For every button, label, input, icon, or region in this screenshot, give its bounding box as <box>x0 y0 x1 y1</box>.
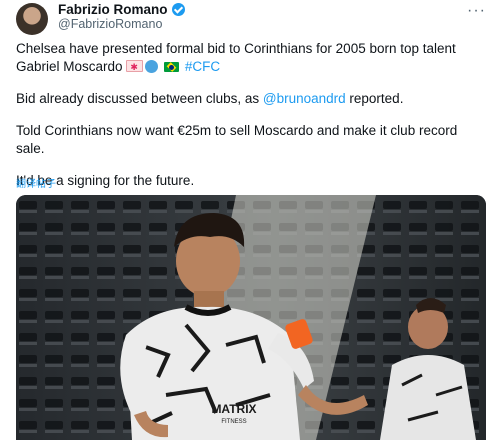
blue-circle-emoji-icon <box>145 60 159 73</box>
jersey-sponsor-text: MATRIX <box>211 402 256 416</box>
tweet-text: Chelsea have presented formal bid to Cor… <box>16 40 486 204</box>
more-horizontal-icon[interactable]: ··· <box>467 2 486 20</box>
avatar[interactable] <box>16 3 48 35</box>
tweet-p2-after: reported. <box>345 91 404 106</box>
tweet-paragraph-1: Chelsea have presented formal bid to Cor… <box>16 40 486 76</box>
hashtag-link[interactable]: #CFC <box>185 59 220 74</box>
author-name[interactable]: Fabrizio Romano <box>58 2 168 17</box>
tweet-photo[interactable]: MATRIX FITNESS <box>16 195 486 440</box>
brazil-flag-icon <box>164 62 180 72</box>
tweet-line-1: Chelsea have presented formal bid to Cor… <box>16 41 456 74</box>
siren-emoji-icon <box>126 58 144 76</box>
photo-illustration: MATRIX FITNESS <box>16 195 486 440</box>
mention-link[interactable]: @brunoandrd <box>263 91 346 106</box>
jersey-sponsor-sub-text: FITNESS <box>221 419 246 425</box>
author-handle[interactable]: @FabrizioRomano <box>58 17 162 31</box>
tweet-card: Fabrizio Romano @FabrizioRomano ··· Chel… <box>0 0 500 440</box>
verified-badge-icon <box>171 3 185 16</box>
tweet-paragraph-3: Told Corinthians now want €25m to sell M… <box>16 123 458 156</box>
tweet-paragraph-4: It'd be a signing for the future. <box>16 173 195 188</box>
translate-post-link[interactable]: 翻译帖子 <box>16 175 56 190</box>
author-name-row: Fabrizio Romano <box>58 2 185 17</box>
tweet-paragraph-2: Bid already discussed between clubs, as … <box>16 90 486 108</box>
tweet-p2-before: Bid already discussed between clubs, as <box>16 91 263 106</box>
